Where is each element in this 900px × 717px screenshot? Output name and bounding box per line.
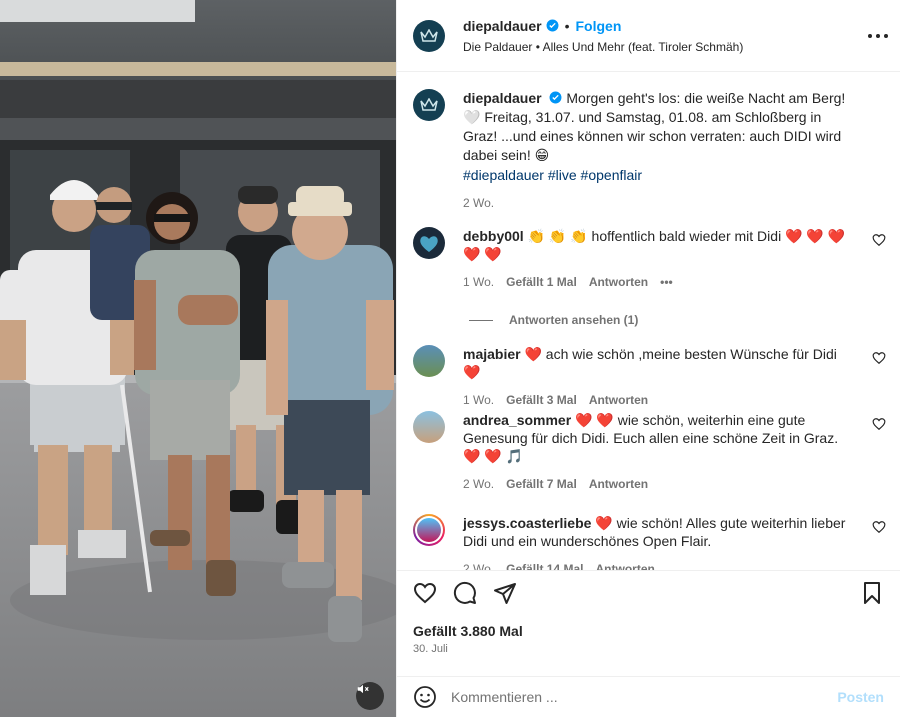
- post-button[interactable]: Posten: [837, 689, 884, 705]
- view-replies-button[interactable]: Antworten ansehen (1): [469, 313, 638, 327]
- bookmark-icon[interactable]: [860, 581, 884, 605]
- comment-input[interactable]: [451, 689, 811, 705]
- timestamp[interactable]: 2 Wo.: [463, 194, 494, 212]
- post-header: diepaldauer • Folgen Die Paldauer • Alle…: [397, 0, 900, 72]
- post-panel: diepaldauer • Folgen Die Paldauer • Alle…: [396, 0, 900, 717]
- heart-icon[interactable]: [413, 581, 437, 605]
- comment-item: majabier ❤️ ach wie schön ,meine besten …: [413, 345, 886, 409]
- reply-button[interactable]: Antworten: [596, 560, 655, 570]
- avatar[interactable]: [413, 19, 445, 52]
- photo-illustration: [0, 0, 396, 717]
- reply-button[interactable]: Antworten: [589, 475, 648, 493]
- like-heart-icon[interactable]: [872, 520, 886, 534]
- username-link[interactable]: andrea_sommer: [463, 412, 571, 428]
- comments-list[interactable]: diepaldauer Morgen geht's los: die weiße…: [397, 73, 900, 570]
- timestamp[interactable]: 1 Wo.: [463, 273, 494, 291]
- comment-icon[interactable]: [453, 581, 477, 605]
- avatar[interactable]: [413, 227, 445, 259]
- mute-button[interactable]: [356, 682, 384, 710]
- username-link[interactable]: majabier: [463, 346, 521, 362]
- like-count[interactable]: Gefällt 14 Mal: [506, 560, 583, 570]
- reply-button[interactable]: Antworten: [589, 391, 648, 409]
- comment-item: debby00l 👏 👏 👏 hoffentlich bald wieder m…: [413, 227, 886, 291]
- likes-count[interactable]: Gefällt 3.880 Mal: [413, 623, 523, 639]
- like-heart-icon[interactable]: [872, 233, 886, 247]
- avatar[interactable]: [413, 89, 445, 121]
- like-count[interactable]: Gefällt 3 Mal: [506, 391, 577, 409]
- comment-item: andrea_sommer ❤️ ❤️ wie schön, weiterhin…: [413, 411, 886, 493]
- caption: diepaldauer Morgen geht's los: die weiße…: [413, 89, 883, 212]
- username-link[interactable]: debby00l: [463, 228, 524, 244]
- post-photo[interactable]: [0, 0, 396, 717]
- share-icon[interactable]: [493, 581, 517, 605]
- username-link[interactable]: diepaldauer: [463, 18, 542, 34]
- comment-options-icon[interactable]: •••: [660, 273, 673, 291]
- like-count[interactable]: Gefällt 1 Mal: [506, 273, 577, 291]
- heart-avatar-icon: [420, 236, 438, 252]
- username-link[interactable]: jessys.coasterliebe: [463, 515, 591, 531]
- song-link[interactable]: Die Paldauer • Alles Und Mehr (feat. Tir…: [463, 40, 743, 54]
- avatar[interactable]: [413, 411, 445, 443]
- crown-icon: [420, 28, 438, 42]
- more-options-icon[interactable]: [868, 26, 888, 46]
- like-count[interactable]: Gefällt 7 Mal: [506, 475, 577, 493]
- verified-badge-icon: [546, 19, 559, 32]
- speaker-muted-icon: [357, 684, 369, 694]
- like-heart-icon[interactable]: [872, 351, 886, 365]
- hashtag-link[interactable]: #openflair: [581, 167, 643, 183]
- hashtag-link[interactable]: #diepaldauer: [463, 167, 544, 183]
- smiley-icon[interactable]: [413, 685, 437, 709]
- verified-badge-icon: [550, 91, 562, 104]
- timestamp[interactable]: 1 Wo.: [463, 391, 494, 409]
- separator-dot: •: [564, 17, 570, 34]
- post-date[interactable]: 30. Juli: [413, 643, 448, 655]
- timestamp[interactable]: 2 Wo.: [463, 560, 494, 570]
- avatar[interactable]: [413, 345, 445, 377]
- hashtag-link[interactable]: #live: [548, 167, 577, 183]
- timestamp[interactable]: 2 Wo.: [463, 475, 494, 493]
- like-heart-icon[interactable]: [872, 417, 886, 431]
- reply-button[interactable]: Antworten: [589, 273, 648, 291]
- comment-composer: Posten: [397, 676, 900, 717]
- avatar[interactable]: [413, 514, 445, 546]
- username-link[interactable]: diepaldauer: [463, 90, 542, 106]
- crown-icon: [420, 98, 438, 111]
- follow-button[interactable]: Folgen: [576, 18, 622, 34]
- post-actions: Gefällt 3.880 Mal 30. Juli: [397, 570, 900, 662]
- comment-item: jessys.coasterliebe ❤️ wie schön! Alles …: [413, 514, 886, 570]
